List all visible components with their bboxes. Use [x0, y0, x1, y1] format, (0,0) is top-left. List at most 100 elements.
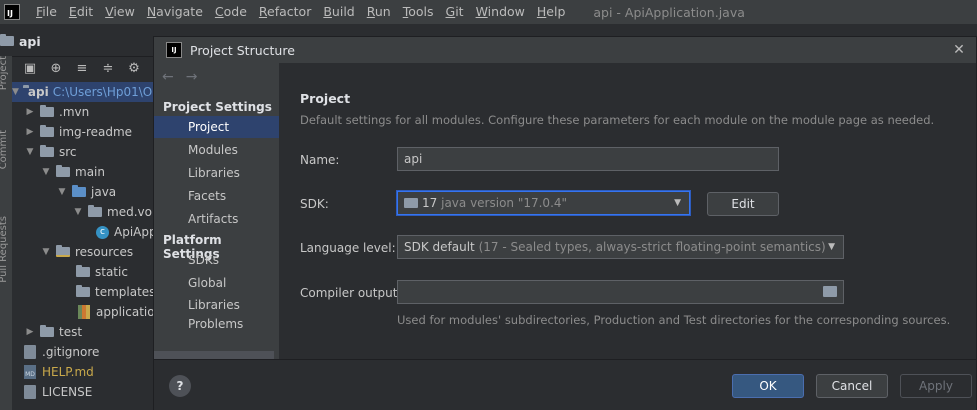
language-level-dropdown[interactable]: SDK default (17 - Sealed types, always-s… [397, 235, 844, 259]
sidebar-item-project[interactable]: Project [154, 116, 279, 138]
chevron-down-icon[interactable]: ▼ [72, 207, 84, 217]
collapse-all-icon[interactable]: ≑ [100, 61, 116, 76]
cancel-button[interactable]: Cancel [816, 374, 888, 398]
folder-icon [76, 265, 90, 277]
sdk-label: SDK: [300, 197, 329, 211]
ok-button[interactable]: OK [732, 374, 804, 398]
back-arrow-icon[interactable]: ← [162, 69, 174, 85]
intellij-logo-icon: IJ [166, 42, 182, 58]
sidebar-item-facets[interactable]: Facets [154, 185, 279, 207]
chevron-down-icon: ▼ [674, 198, 681, 208]
tree-item[interactable]: static [76, 262, 128, 282]
name-field-value: api [404, 152, 423, 166]
tree-item[interactable]: LICENSE [24, 382, 92, 402]
tool-window-pull-requests[interactable]: Pull Requests [0, 216, 9, 283]
sidebar-item-global-libraries[interactable]: Global Libraries [154, 272, 279, 312]
dialog-title: Project Structure [190, 42, 295, 58]
tool-window-commit[interactable]: Commit [0, 130, 9, 169]
tree-item-label: ApiApp [114, 225, 157, 239]
language-level-value: SDK default [404, 240, 475, 254]
folder-icon [40, 105, 54, 117]
compiler-output-field[interactable] [397, 280, 844, 304]
menu-edit[interactable]: Edit [63, 0, 99, 24]
project-breadcrumb[interactable]: api [0, 28, 160, 54]
browse-folder-icon[interactable] [823, 286, 837, 297]
dialog-titlebar[interactable]: IJ Project Structure ✕ [154, 37, 976, 63]
tree-item[interactable]: ▶ test [24, 322, 82, 342]
sidebar-item-artifacts[interactable]: Artifacts [154, 208, 279, 230]
menu-code[interactable]: Code [209, 0, 253, 24]
menu-help[interactable]: Help [531, 0, 572, 24]
menu-window[interactable]: Window [470, 0, 531, 24]
tree-item-label: api [27, 85, 49, 99]
tree-item-label: resources [75, 245, 134, 259]
chevron-down-icon[interactable]: ▼ [56, 187, 68, 197]
tree-item[interactable]: ▼ main [40, 162, 105, 182]
tree-item-label: templates [95, 285, 156, 299]
panel-heading: Project [300, 91, 351, 106]
tree-item-label: test [59, 325, 83, 339]
tree-item[interactable]: c ApiApp [96, 222, 157, 242]
chevron-right-icon[interactable]: ▶ [24, 127, 36, 137]
tree-item[interactable]: application [78, 302, 160, 322]
gear-icon[interactable]: ⚙ [126, 61, 142, 76]
apply-button[interactable]: Apply [900, 374, 972, 398]
menu-refactor[interactable]: Refactor [253, 0, 317, 24]
dialog-footer: ? OK Cancel Apply [154, 359, 976, 410]
tree-item-label: HELP.md [42, 365, 94, 379]
chevron-right-icon[interactable]: ▶ [24, 327, 36, 337]
menu-file[interactable]: File [30, 0, 63, 24]
sidebar-item-problems[interactable]: Problems [154, 313, 279, 335]
menu-navigate[interactable]: Navigate [141, 0, 209, 24]
edit-sdk-button[interactable]: Edit [707, 192, 779, 216]
chevron-down-icon: ▼ [828, 242, 835, 252]
sidebar-item-libraries[interactable]: Libraries [154, 162, 279, 184]
chevron-down-icon[interactable]: ▼ [40, 167, 52, 177]
tree-item[interactable]: ▶ .mvn [24, 102, 89, 122]
locate-icon[interactable]: ⊕ [48, 61, 64, 76]
sidebar-scrollbar[interactable] [154, 351, 274, 359]
tree-item[interactable]: ▼ java [56, 182, 116, 202]
chevron-down-icon[interactable]: ▼ [12, 87, 19, 97]
select-opened-file-icon[interactable]: ▣ [22, 61, 38, 76]
chevron-down-icon[interactable]: ▼ [24, 147, 36, 157]
name-field[interactable]: api [397, 147, 779, 171]
forward-arrow-icon[interactable]: → [186, 69, 198, 85]
sdk-detail: java version "17.0.4" [441, 196, 568, 210]
folder-icon [56, 165, 70, 177]
tree-item[interactable]: .gitignore [24, 342, 99, 362]
sidebar-item-sdks[interactable]: SDKs [154, 249, 279, 271]
menu-build[interactable]: Build [317, 0, 360, 24]
tree-item[interactable]: ▶ img-readme [24, 122, 132, 142]
tree-item-root[interactable]: ▼ api C:\Users\Hp01\OneD [12, 82, 160, 102]
menu-run[interactable]: Run [361, 0, 397, 24]
resources-folder-icon [56, 245, 70, 257]
sdk-dropdown[interactable]: 17 java version "17.0.4" ▼ [397, 191, 690, 215]
sdk-folder-icon [404, 198, 418, 208]
compiler-output-label: Compiler output: [300, 286, 402, 300]
left-tool-strip: Project Commit Pull Requests [0, 56, 12, 410]
tree-item[interactable]: ▼ resources [40, 242, 133, 262]
folder-icon [40, 325, 54, 337]
properties-file-icon [78, 305, 90, 319]
tree-item[interactable]: ▼ src [24, 142, 77, 162]
tree-item-label: static [95, 265, 128, 279]
tree-item[interactable]: templates [76, 282, 155, 302]
project-structure-dialog: IJ Project Structure ✕ ← → Project Setti… [153, 36, 977, 410]
tree-item[interactable]: ▼ med.voll.a [72, 202, 160, 222]
close-icon[interactable]: ✕ [950, 41, 968, 59]
menu-view[interactable]: View [99, 0, 141, 24]
sidebar-item-modules[interactable]: Modules [154, 139, 279, 161]
project-tree-toolbar: ▣ ⊕ ≡ ≑ ⚙ [12, 56, 160, 80]
tree-item[interactable]: MD HELP.md [24, 362, 94, 382]
folder-icon [0, 34, 14, 46]
menu-tools[interactable]: Tools [397, 0, 440, 24]
help-button[interactable]: ? [169, 375, 191, 397]
chevron-right-icon[interactable]: ▶ [24, 107, 36, 117]
panel-description: Default settings for all modules. Config… [300, 113, 935, 127]
expand-all-icon[interactable]: ≡ [74, 61, 90, 76]
menu-git[interactable]: Git [440, 0, 470, 24]
sdk-version: 17 [422, 196, 438, 210]
chevron-down-icon[interactable]: ▼ [40, 247, 52, 257]
tool-window-project[interactable]: Project [0, 56, 9, 90]
